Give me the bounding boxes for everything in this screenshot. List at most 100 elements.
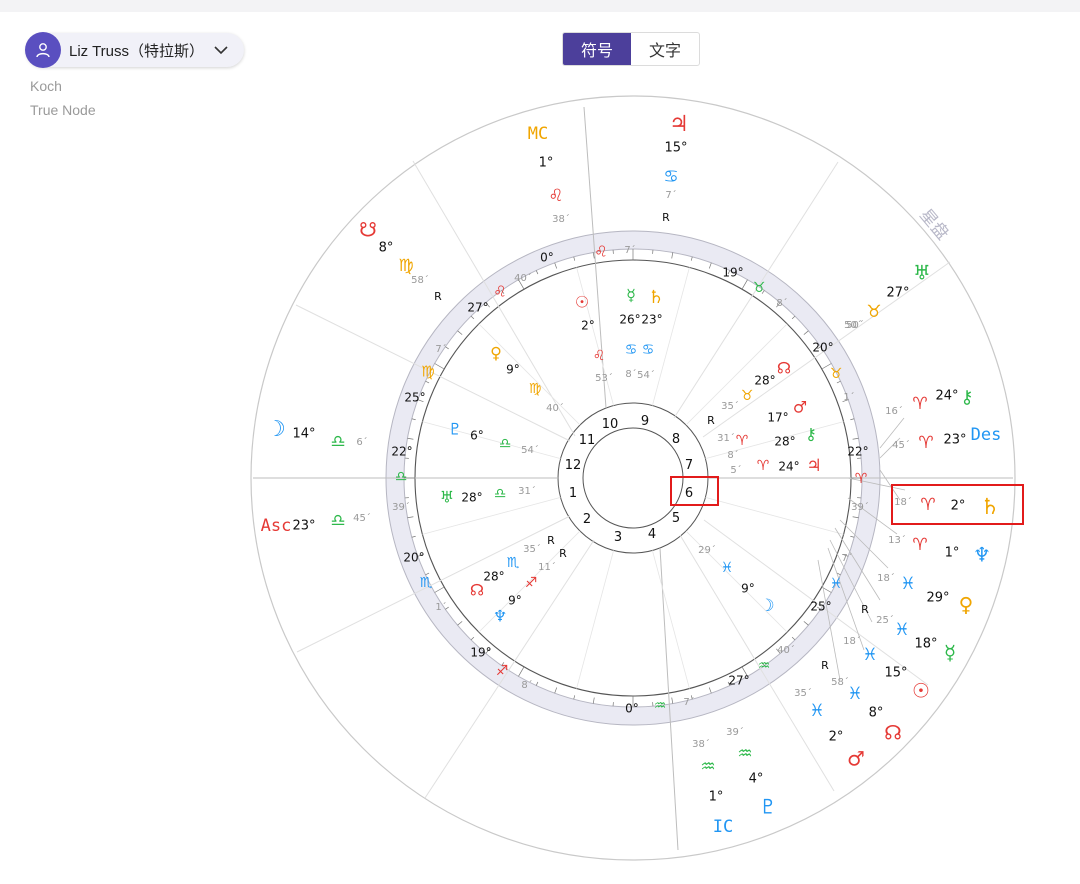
chart-glyph: ☋ (359, 218, 377, 242)
inner-aspect-line (576, 550, 614, 689)
degree-tick (411, 535, 416, 538)
chart-glyph: 7´ (841, 552, 852, 564)
chart-glyph: 25´ (876, 614, 894, 626)
chart-glyph: R (861, 603, 869, 616)
chart-glyph: 0° (625, 702, 639, 716)
mc-label: MC (528, 124, 548, 144)
chart-glyph: 28° (483, 570, 504, 584)
chart-glyph: 7´ (435, 343, 446, 355)
chart-glyph: 45´ (353, 512, 371, 524)
degree-tick (708, 687, 712, 694)
house-ring-inner (582, 427, 684, 529)
degree-tick (708, 262, 712, 269)
chart-glyph: ♌ (493, 283, 506, 301)
house-number-3: 3 (614, 530, 622, 545)
chart-glyph: 29° (926, 591, 949, 606)
chart-glyph: ☊ (884, 721, 902, 745)
chart-glyph: 18° (914, 637, 937, 652)
chart-glyph: 1´ (435, 601, 446, 613)
degree-tick (850, 535, 855, 538)
chart-glyph: 11´ (538, 561, 556, 573)
highlight-house-6 (670, 476, 719, 506)
degree-tick (470, 315, 475, 320)
chart-glyph: 53´ (595, 372, 613, 384)
chart-glyph: ♌ (593, 348, 606, 364)
chart-glyph: 54´ (637, 369, 655, 381)
chart-glyph: 13´ (888, 534, 906, 546)
chart-glyph: 25° (404, 391, 425, 405)
chart-glyph: 26° (619, 313, 640, 327)
chart-glyph: R (821, 659, 829, 672)
chart-glyph: ♓ (809, 701, 824, 721)
degree-tick (671, 252, 674, 259)
degree-tick (457, 330, 463, 335)
chart-glyph: ☿ (944, 641, 956, 665)
degree-tick (803, 330, 809, 335)
ic-label: IC (713, 817, 733, 837)
chart-glyph: ⚷ (805, 425, 817, 444)
chart-glyph: ♎ (494, 486, 507, 502)
degree-tick (573, 256, 576, 261)
chart-glyph: 1° (709, 790, 724, 805)
inner-aspect-line (422, 421, 561, 459)
degree-tick (741, 279, 748, 290)
natal-chart-wheel: 1 2 3 4 5 6 7 8 9 10 11 12 MC Asc IC Des… (250, 95, 1016, 861)
chart-glyph: ☉ (912, 679, 930, 703)
chart-glyph: ☽ (266, 417, 286, 442)
chart-glyph: ♄ (648, 287, 664, 308)
chart-glyph: 22° (847, 445, 868, 459)
chart-glyph: ♐ (525, 575, 538, 591)
house-number-4: 4 (648, 527, 656, 542)
chart-glyph: ☽ (759, 596, 774, 616)
house-number-1: 1 (569, 486, 577, 501)
chart-glyph: 20° (403, 551, 424, 565)
house-number-9: 9 (641, 414, 649, 429)
chart-glyph: 1° (539, 156, 554, 171)
chart-glyph: ♓ (847, 684, 862, 704)
chart-glyph: 22° (391, 445, 412, 459)
chart-glyph: 24° (778, 460, 799, 474)
chart-glyph: R (559, 547, 567, 560)
degree-tick (690, 256, 693, 261)
degree-tick (411, 418, 416, 421)
chart-glyph: ♒ (700, 757, 715, 777)
degree-tick (803, 621, 809, 626)
chart-glyph: 7´ (683, 696, 694, 708)
chart-glyph: 23° (943, 433, 966, 448)
chart-glyph: 7´ (624, 244, 635, 256)
chart-glyph: 2° (829, 730, 844, 745)
chart-glyph: 39´ (726, 726, 744, 738)
chart-glyph: 38´ (692, 738, 710, 750)
degree-tick (592, 697, 595, 704)
chart-glyph: 54´ (521, 444, 539, 456)
chart-glyph: ♃ (669, 112, 689, 137)
chart-glyph: 15° (884, 666, 907, 681)
chart-glyph: 27° (467, 301, 488, 315)
degree-tick (554, 687, 558, 694)
house-number-2: 2 (583, 512, 591, 527)
chart-glyph: ♉ (866, 302, 881, 322)
chart-glyph: 17° (767, 411, 788, 425)
chart-glyph: ♅ (440, 488, 454, 507)
chart-glyph: 4° (749, 772, 764, 787)
chart-glyph: 6° (470, 429, 484, 443)
chart-glyph: 39´ (392, 501, 410, 513)
chart-glyph: ♎ (395, 469, 408, 485)
chart-glyph: ♎ (330, 511, 345, 531)
watermark: 星盘 (915, 205, 952, 244)
chart-glyph: ♈ (912, 394, 927, 414)
chart-glyph: ♍ (421, 363, 434, 381)
degree-tick (407, 516, 414, 519)
asc-label: Asc (261, 516, 292, 536)
des-label: Des (971, 425, 1002, 445)
chart-glyph: ☿ (626, 286, 636, 305)
chart-glyph: 9° (741, 582, 755, 596)
chart-glyph: 35´ (794, 687, 812, 699)
chart-glyph: ♅ (913, 261, 931, 285)
chart-glyph: ♒ (737, 744, 752, 764)
chart-glyph: 40´ (777, 644, 795, 656)
degree-tick (791, 315, 796, 320)
chart-glyph: ☉ (575, 293, 589, 312)
degree-tick (518, 666, 525, 677)
inner-aspect-line (478, 323, 581, 426)
